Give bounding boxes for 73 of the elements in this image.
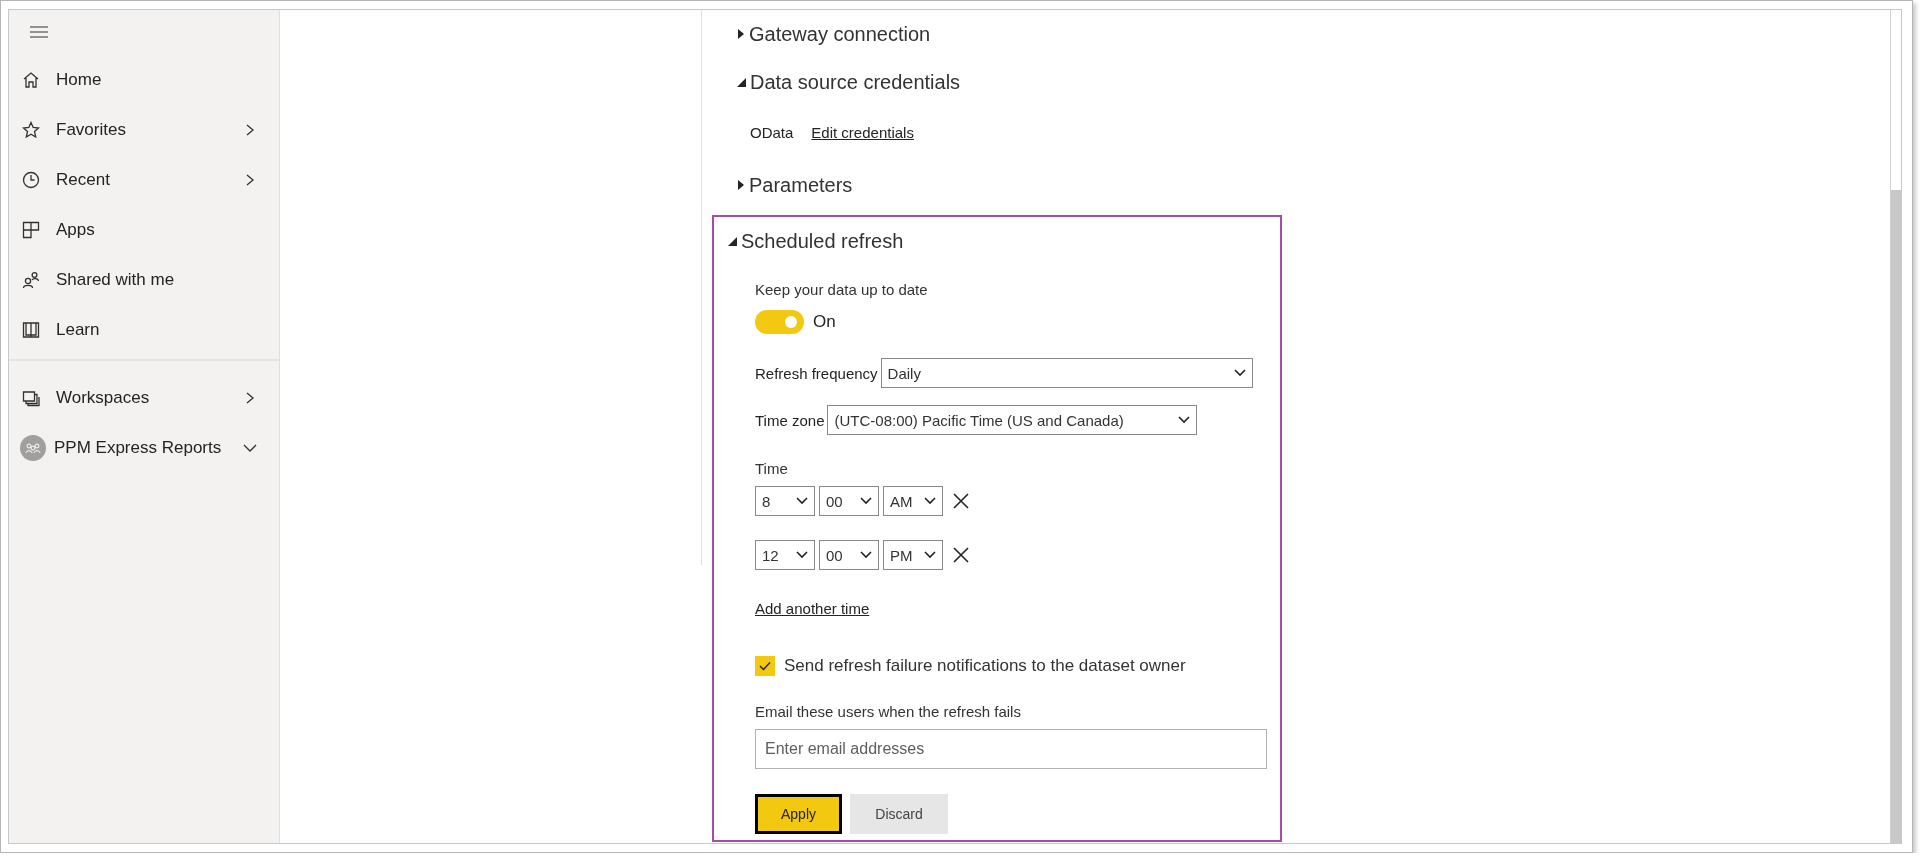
nav-label: Apps: [56, 220, 96, 240]
chevron-down-icon: [860, 497, 872, 505]
nav-label: Home: [56, 70, 103, 90]
scrollbar-thumb[interactable]: [1891, 190, 1901, 843]
minute-dropdown[interactable]: 00: [819, 486, 879, 516]
chevron-down-icon: [924, 551, 936, 559]
menu-icon[interactable]: [30, 25, 48, 39]
hour-dropdown[interactable]: 8: [755, 486, 815, 516]
chevron-right-icon[interactable]: [245, 124, 255, 136]
nav-item[interactable]: Recent: [9, 155, 279, 205]
caret-right-icon[interactable]: [736, 179, 745, 191]
caret-down-icon[interactable]: [727, 236, 737, 246]
nav-item[interactable]: Apps: [9, 205, 279, 255]
checkbox[interactable]: [755, 656, 775, 676]
frequency-dropdown[interactable]: Daily: [880, 358, 1253, 388]
toggle-label: On: [813, 312, 836, 332]
chevron-down-icon: [1233, 369, 1246, 377]
nav-item[interactable]: Favorites: [9, 105, 279, 155]
people-icon: [22, 271, 40, 289]
section-title[interactable]: Gateway connection: [749, 22, 931, 46]
chevron-down-icon[interactable]: [243, 443, 257, 453]
period-dropdown[interactable]: AM: [883, 486, 943, 516]
section-title[interactable]: Data source credentials: [750, 70, 961, 94]
clock-icon: [22, 171, 40, 189]
minute-dropdown[interactable]: 00: [819, 540, 879, 570]
windows-icon: [22, 389, 40, 407]
nav-label: Workspaces: [56, 388, 151, 408]
caret-right-icon[interactable]: [736, 28, 745, 40]
chevron-down-icon: [796, 551, 808, 559]
hour-dropdown[interactable]: 12: [755, 540, 815, 570]
nav-label: PPM Express Reports: [54, 438, 223, 458]
close-icon[interactable]: [953, 547, 969, 563]
chevron-down-icon: [924, 497, 936, 505]
caret-down-icon[interactable]: [736, 77, 746, 87]
chevron-down-icon: [1178, 416, 1191, 424]
nav-item[interactable]: Workspaces: [9, 373, 279, 423]
people-icon: [25, 442, 41, 454]
discard-button[interactable]: Discard: [850, 794, 948, 834]
book-icon: [22, 321, 40, 339]
nav-label: Learn: [56, 320, 101, 340]
field-label: Email these users when the refresh fails: [755, 703, 1021, 720]
field-label: Keep your data up to date: [755, 281, 928, 298]
nav-item[interactable]: Learn: [9, 305, 279, 355]
toggle-switch[interactable]: [755, 310, 804, 334]
apply-button[interactable]: Apply: [755, 794, 842, 834]
field-label: Refresh frequency: [755, 364, 878, 382]
chevron-down-icon: [796, 497, 808, 505]
nav-item[interactable]: Home: [9, 55, 279, 105]
time-zone-dropdown[interactable]: (UTC-08:00) Pacific Time (US and Canada): [827, 405, 1198, 435]
nav-item[interactable]: PPM Express Reports: [9, 423, 279, 473]
chevron-down-icon: [860, 551, 872, 559]
home-icon: [22, 71, 40, 89]
email-field[interactable]: Enter email addresses: [755, 729, 1267, 769]
add-time-link[interactable]: Add another time: [755, 600, 870, 617]
nav-item[interactable]: Shared with me: [9, 255, 279, 305]
data-source-label: OData: [750, 124, 794, 141]
section-title[interactable]: Parameters: [749, 173, 853, 197]
period-dropdown[interactable]: PM: [883, 540, 943, 570]
checkbox-label: Send refresh failure notifications to the dataset owner: [784, 656, 1186, 676]
check-icon: [759, 661, 771, 671]
edit-credentials-link[interactable]: Edit credentials: [811, 124, 914, 141]
star-icon: [22, 121, 40, 139]
scrollbar[interactable]: [1890, 10, 1901, 843]
chevron-right-icon[interactable]: [245, 174, 255, 186]
nav-label: Shared with me: [56, 270, 176, 290]
chevron-right-icon[interactable]: [245, 392, 255, 404]
nav-label: Favorites: [56, 120, 127, 140]
field-label: Time zone: [755, 411, 825, 429]
nav-label: Recent: [56, 170, 111, 190]
apps-icon: [22, 221, 40, 239]
section-title[interactable]: Scheduled refresh: [741, 229, 904, 253]
close-icon[interactable]: [953, 493, 969, 509]
field-label: Time: [755, 460, 788, 477]
